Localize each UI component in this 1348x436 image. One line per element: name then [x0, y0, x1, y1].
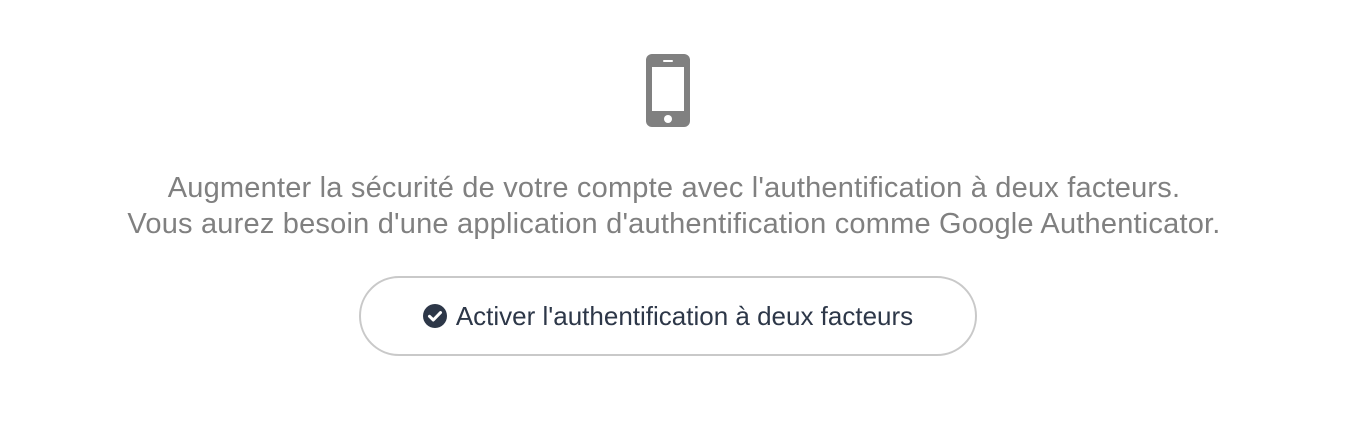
description-line-2: Vous aurez besoin d'une application d'au…	[127, 208, 1221, 240]
mobile-phone-icon	[646, 54, 690, 127]
check-circle-icon	[422, 304, 447, 328]
enable-two-factor-label: Activer l'authentification à deux facteu…	[455, 300, 914, 331]
description-line-1: Augmenter la sécurité de votre compte av…	[167, 172, 1181, 204]
two-factor-description: Augmenter la sécurité de votre compte av…	[0, 170, 1348, 242]
two-factor-panel: Augmenter la sécurité de votre compte av…	[0, 0, 1348, 436]
enable-two-factor-button[interactable]: Activer l'authentification à deux facteu…	[359, 276, 977, 356]
